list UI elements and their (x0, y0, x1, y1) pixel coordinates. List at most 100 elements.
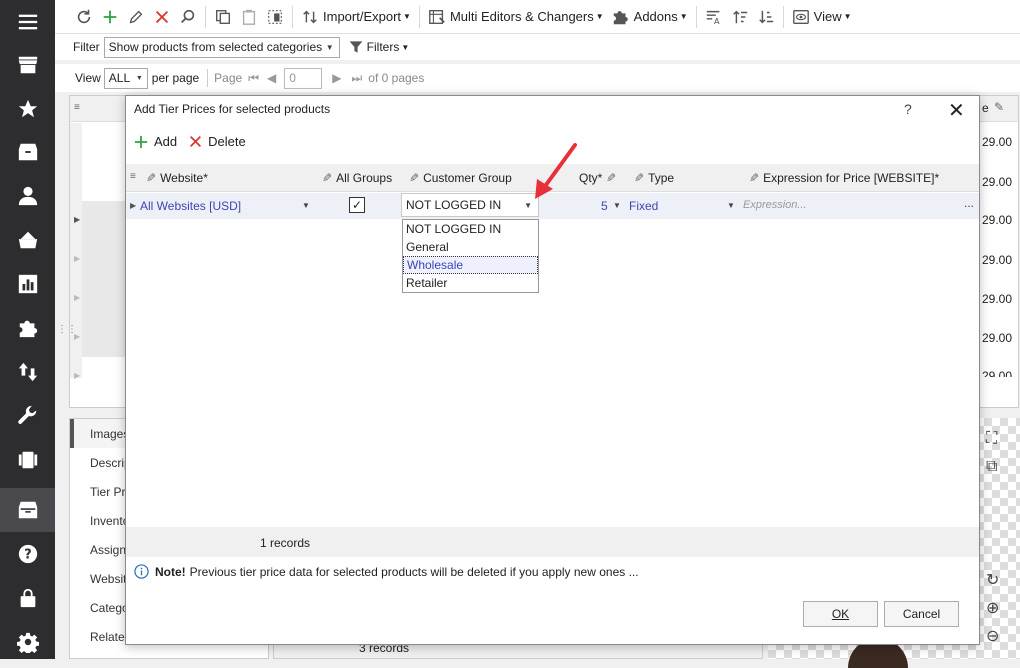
help-button[interactable]: ? (904, 101, 912, 117)
splitter-handle[interactable]: ⋮⋮ (57, 324, 77, 335)
expression-input[interactable]: Expression... (743, 199, 807, 211)
toolbar-divider (418, 5, 420, 28)
toolbar-divider (292, 5, 293, 28)
selection-icon (268, 9, 282, 24)
column-website[interactable]: ✎ Website* (146, 171, 208, 185)
edit-button[interactable] (123, 4, 149, 30)
help-icon: ? (18, 544, 37, 564)
close-button[interactable]: ✕ (948, 98, 965, 123)
sidebar-item-slider[interactable] (0, 438, 55, 482)
row-expand-icon[interactable]: ▶ (130, 201, 136, 210)
delete-label: Delete (208, 134, 246, 149)
import-export-icon (303, 10, 317, 23)
sidebar-item-products[interactable] (0, 488, 55, 532)
filters-button[interactable]: Filters ▼ (344, 34, 414, 60)
column-chooser-icon[interactable]: ≡ (74, 102, 80, 113)
last-page-icon[interactable]: ⏭ (351, 71, 362, 86)
copy-button[interactable] (210, 4, 236, 30)
delete-x-icon (155, 10, 169, 23)
dropdown-option-general[interactable]: General (403, 238, 538, 256)
chevron-down-icon: ▼ (403, 12, 411, 21)
multi-editors-menu[interactable]: Multi Editors & Changers ▼ (424, 4, 608, 30)
add-row-button[interactable]: Add (134, 134, 177, 149)
sort-down-button[interactable] (753, 4, 779, 30)
chevron-down-icon[interactable]: ▼ (302, 201, 310, 210)
fit-icon[interactable]: ⛶ (986, 430, 997, 448)
dropdown-option-retailer[interactable]: Retailer (403, 274, 538, 292)
open-external-icon[interactable]: ⧉ (986, 458, 997, 476)
filter-text-button[interactable]: A (701, 4, 727, 30)
plus-icon (134, 135, 148, 148)
dropdown-option-not-logged-in[interactable]: NOT LOGGED IN (403, 220, 538, 238)
per-page-select[interactable]: ALL ▼ (103, 67, 148, 89)
dialog-title: Add Tier Prices for selected products (134, 102, 331, 116)
eye-icon (792, 9, 809, 24)
search-button[interactable] (175, 4, 201, 30)
sidebar-item-orders[interactable] (0, 130, 55, 174)
sidebar-item-import-export[interactable] (0, 350, 55, 394)
sidebar-item-tools[interactable] (0, 394, 55, 438)
column-chooser-icon[interactable]: ≡ (130, 171, 136, 182)
price-cell: 29.00 (982, 175, 1013, 189)
column-all-groups[interactable]: ✎ All Groups (322, 171, 392, 185)
sidebar-item-favorites[interactable] (0, 87, 55, 131)
pencil-icon: ✎ (749, 171, 760, 185)
chevron-down-icon[interactable]: ▼ (524, 201, 532, 210)
import-export-label: Import/Export (323, 9, 402, 24)
row-indicator-icon: ▶ (74, 215, 81, 224)
price-column-header[interactable]: e (982, 101, 989, 115)
sidebar-item-help[interactable]: ? (0, 532, 55, 576)
sidebar-item-settings[interactable] (0, 620, 55, 664)
sidebar-item-store[interactable] (0, 43, 55, 87)
price-cell: 29.00 (982, 292, 1013, 306)
select-button[interactable] (262, 4, 288, 30)
sort-down-icon (758, 10, 773, 23)
copy-icon (216, 9, 230, 24)
add-button[interactable] (97, 4, 123, 30)
refresh-button[interactable] (71, 4, 97, 30)
sidebar-menu-button[interactable] (0, 0, 55, 44)
cancel-button[interactable]: Cancel (884, 601, 959, 627)
column-customer-group[interactable]: ✎ Customer Group (409, 171, 512, 185)
filter-label: Filter (73, 40, 100, 54)
page-input[interactable]: 0 (284, 67, 323, 89)
sidebar-item-addons[interactable] (0, 306, 55, 350)
delete-button[interactable] (149, 4, 175, 30)
delete-row-button[interactable]: Delete (189, 134, 246, 149)
zoom-in-icon[interactable]: ⊕ (986, 598, 999, 618)
prev-page-icon[interactable]: ◀ (267, 71, 276, 85)
website-cell[interactable]: All Websites [USD] (140, 199, 241, 213)
sidebar: ? (0, 0, 55, 659)
pencil-icon: ✎ (634, 171, 645, 185)
sidebar-item-reports[interactable] (0, 262, 55, 306)
rotate-icon[interactable]: ↻ (986, 570, 999, 590)
column-type[interactable]: ✎ Type (634, 171, 674, 185)
filter-select[interactable]: Show products from selected categories ▼ (103, 36, 340, 58)
sidebar-item-cart[interactable] (0, 218, 55, 262)
pager-divider (207, 69, 209, 87)
column-expression[interactable]: ✎ Expression for Price [WEBSITE]* (749, 171, 939, 185)
sort-up-button[interactable] (727, 4, 753, 30)
qty-cell[interactable]: 5 (601, 199, 608, 213)
thumbnail-column (82, 201, 126, 357)
first-page-icon[interactable]: ⏮ (248, 71, 259, 86)
basket-icon (18, 231, 37, 249)
view-menu[interactable]: View ▼ (788, 4, 856, 30)
import-export-menu[interactable]: Import/Export ▼ (297, 4, 415, 30)
all-groups-checkbox[interactable]: ✓ (349, 197, 365, 213)
refresh-icon (77, 9, 91, 23)
next-page-icon[interactable]: ▶ (332, 71, 341, 85)
chevron-down-icon[interactable]: ▼ (613, 201, 621, 210)
sidebar-item-security[interactable] (0, 576, 55, 620)
chevron-down-icon[interactable]: ▼ (727, 201, 735, 210)
sidebar-item-customers[interactable] (0, 174, 55, 218)
dropdown-option-wholesale[interactable]: Wholesale (403, 256, 538, 274)
ok-button[interactable]: OK (803, 601, 878, 627)
customer-group-combo[interactable]: NOT LOGGED IN ▼ (401, 193, 539, 217)
paste-button[interactable] (236, 4, 262, 30)
zoom-out-icon[interactable]: ⊖ (986, 626, 999, 646)
more-button[interactable]: ... (964, 196, 974, 210)
addons-menu[interactable]: Addons ▼ (608, 4, 692, 30)
note-text: Previous tier price data for selected pr… (189, 564, 639, 579)
type-cell[interactable]: Fixed (629, 199, 658, 213)
